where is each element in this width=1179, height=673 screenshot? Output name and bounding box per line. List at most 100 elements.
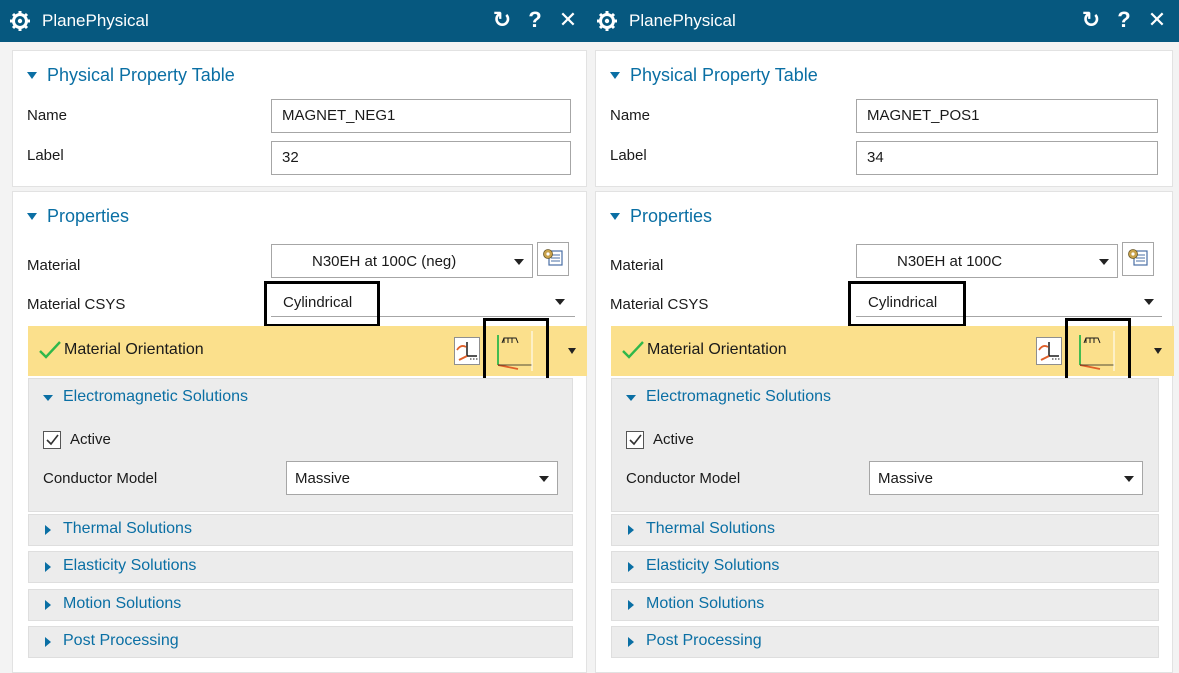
active-checkbox[interactable] (43, 431, 61, 449)
label-field[interactable]: 34 (856, 141, 1158, 175)
chevron-down-icon[interactable] (568, 348, 576, 354)
post-processing-panel[interactable]: Post Processing (611, 626, 1159, 658)
electromagnetic-solutions-title: Electromagnetic Solutions (646, 388, 831, 405)
elasticity-solutions-title: Elasticity Solutions (646, 557, 780, 574)
chevron-right-icon (628, 600, 634, 610)
name-field[interactable]: MAGNET_POS1 (856, 99, 1158, 133)
motion-solutions-title: Motion Solutions (63, 595, 182, 612)
material-select[interactable]: N30EH at 100C (856, 244, 1118, 278)
material-library-button[interactable] (537, 242, 569, 276)
close-button[interactable]: ✕ (1146, 8, 1168, 32)
motion-solutions-panel[interactable]: Motion Solutions (28, 589, 573, 621)
properties-group: Properties Material N30EH at 100C (neg) … (12, 191, 587, 673)
reset-button[interactable]: ↻ (1080, 8, 1102, 32)
annotation-box-csys (848, 281, 966, 327)
checkmark-icon (39, 341, 61, 359)
conductor-model-value: Massive (295, 470, 351, 487)
help-button[interactable]: ? (524, 8, 546, 32)
electromagnetic-solutions-panel: Electromagnetic Solutions Active Conduct… (28, 378, 573, 512)
chevron-right-icon (45, 525, 51, 535)
physical-property-table-group: Physical Property Table Name MAGNET_NEG1… (12, 50, 587, 187)
thermal-solutions-panel[interactable]: Thermal Solutions (28, 514, 573, 546)
chevron-down-icon (43, 395, 53, 401)
material-csys-label: Material CSYS (27, 296, 126, 313)
dialog-title: PlanePhysical (629, 11, 736, 30)
conductor-model-select[interactable]: Massive (869, 461, 1143, 495)
chevron-down-icon (610, 213, 620, 220)
chevron-down-icon (539, 476, 549, 482)
close-button[interactable]: ✕ (557, 8, 579, 32)
material-orientation-label: Material Orientation (64, 341, 204, 358)
titlebar: PlanePhysical ↻ ? ✕ (0, 0, 587, 42)
material-value: N30EH at 100C (897, 253, 1003, 270)
gear-icon (10, 11, 30, 31)
titlebar: PlanePhysical ↻ ? ✕ (587, 0, 1179, 42)
active-label: Active (653, 431, 694, 448)
chevron-down-icon (514, 259, 524, 265)
chevron-right-icon (45, 562, 51, 572)
post-processing-title: Post Processing (646, 632, 762, 649)
physical-property-table-group: Physical Property Table Name MAGNET_POS1… (595, 50, 1173, 187)
post-processing-panel[interactable]: Post Processing (28, 626, 573, 658)
conductor-model-select[interactable]: Massive (286, 461, 558, 495)
chevron-down-icon (555, 299, 565, 305)
properties-group: Properties Material N30EH at 100C Materi… (595, 191, 1174, 673)
properties-title: Properties (630, 206, 713, 226)
material-library-icon (1128, 249, 1148, 266)
motion-solutions-panel[interactable]: Motion Solutions (611, 589, 1159, 621)
elasticity-solutions-title: Elasticity Solutions (63, 557, 197, 574)
elasticity-solutions-panel[interactable]: Elasticity Solutions (28, 551, 573, 583)
name-field[interactable]: MAGNET_NEG1 (271, 99, 571, 133)
name-label: Name (27, 107, 68, 124)
help-button[interactable]: ? (1113, 8, 1135, 32)
properties-title: Properties (47, 206, 130, 226)
active-checkbox[interactable] (626, 431, 644, 449)
conductor-model-label: Conductor Model (43, 470, 158, 487)
post-processing-title: Post Processing (63, 632, 179, 649)
electromagnetic-solutions-title: Electromagnetic Solutions (63, 388, 248, 405)
conductor-model-label: Conductor Model (626, 470, 741, 487)
chevron-down-icon (1099, 259, 1109, 265)
label-label: Label (27, 147, 64, 164)
dialog-title: PlanePhysical (42, 11, 149, 30)
thermal-solutions-title: Thermal Solutions (646, 520, 775, 537)
material-label: Material (610, 257, 664, 274)
material-library-icon (543, 249, 563, 266)
checkmark-icon (46, 434, 59, 446)
csys-dialog-icon (456, 342, 478, 361)
motion-solutions-title: Motion Solutions (646, 595, 765, 612)
chevron-down-icon (1124, 476, 1134, 482)
material-value: N30EH at 100C (neg) (312, 253, 457, 270)
chevron-down-icon (1144, 299, 1154, 305)
label-field[interactable]: 32 (271, 141, 571, 175)
checkmark-icon (622, 341, 644, 359)
chevron-right-icon (628, 637, 634, 647)
thermal-solutions-panel[interactable]: Thermal Solutions (611, 514, 1159, 546)
active-label: Active (70, 431, 111, 448)
material-label: Material (27, 257, 81, 274)
chevron-down-icon (610, 72, 620, 79)
chevron-right-icon (45, 600, 51, 610)
chevron-right-icon (628, 562, 634, 572)
thermal-solutions-title: Thermal Solutions (63, 520, 192, 537)
conductor-model-value: Massive (878, 470, 934, 487)
reset-button[interactable]: ↻ (491, 8, 513, 32)
chevron-down-icon (27, 72, 37, 79)
checkmark-icon (629, 434, 642, 446)
electromagnetic-solutions-panel: Electromagnetic Solutions Active Conduct… (611, 378, 1159, 512)
chevron-down-icon (626, 395, 636, 401)
chevron-down-icon[interactable] (1154, 348, 1162, 354)
csys-dialog-icon (1038, 342, 1060, 361)
csys-dialog-button[interactable] (454, 337, 480, 365)
chevron-right-icon (45, 637, 51, 647)
dialog-right: PlanePhysical ↻ ? ✕ Physical Property Ta… (587, 0, 1179, 673)
dialog-left: PlanePhysical ↻ ? ✕ Physical Property Ta… (0, 0, 587, 673)
material-library-button[interactable] (1122, 242, 1154, 276)
csys-dialog-button[interactable] (1036, 337, 1062, 365)
physical-property-table-title: Physical Property Table (630, 65, 818, 85)
gear-icon (597, 11, 617, 31)
annotation-box-csys (264, 281, 380, 327)
elasticity-solutions-panel[interactable]: Elasticity Solutions (611, 551, 1159, 583)
material-orientation-label: Material Orientation (647, 341, 787, 358)
material-select[interactable]: N30EH at 100C (neg) (271, 244, 533, 278)
